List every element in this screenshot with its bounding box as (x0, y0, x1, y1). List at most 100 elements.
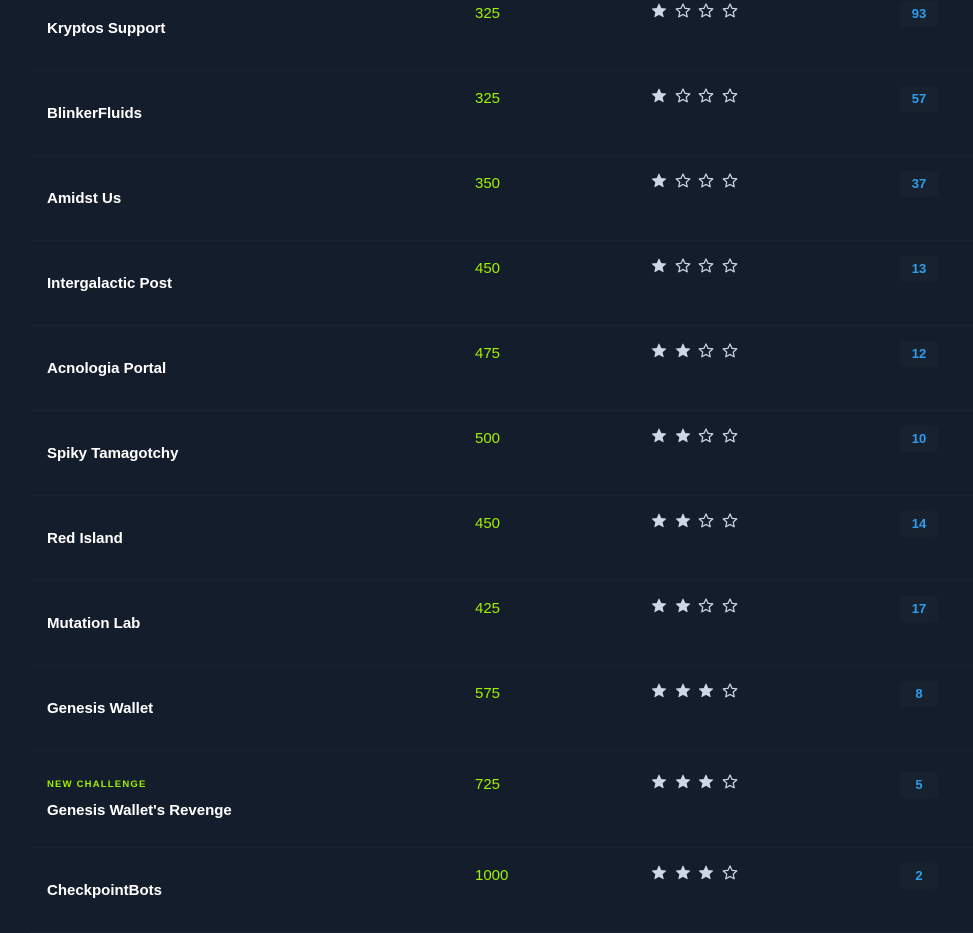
challenge-name[interactable]: Spiky Tamagotchy (47, 445, 178, 462)
challenge-row[interactable]: Intergalactic Post 450 13 (30, 241, 973, 326)
difficulty-rating (650, 2, 744, 20)
challenge-points: 450 (475, 260, 501, 277)
challenge-name[interactable]: Mutation Lab (47, 615, 140, 632)
challenge-row[interactable]: Mutation Lab 425 17 (30, 581, 973, 666)
solves-count: 10 (900, 426, 938, 452)
challenge-list: Kryptos Support 325 93 BlinkerFluids 325… (30, 0, 973, 933)
challenge-name[interactable]: Intergalactic Post (47, 275, 172, 292)
challenge-name-cell: Intergalactic Post (47, 241, 172, 325)
star-filled-icon (675, 428, 690, 443)
difficulty-rating (650, 773, 744, 791)
difficulty-rating (650, 87, 744, 105)
challenge-name[interactable]: BlinkerFluids (47, 105, 142, 122)
difficulty-rating (650, 864, 744, 882)
challenge-points: 725 (475, 776, 501, 793)
solves-count: 12 (900, 341, 938, 367)
difficulty-rating (650, 427, 744, 445)
star-filled-icon (698, 865, 714, 880)
challenge-name-cell: CheckpointBots (47, 848, 162, 932)
star-outline-icon (675, 3, 690, 18)
star-outline-icon (698, 428, 714, 443)
challenge-name-cell: BlinkerFluids (47, 71, 142, 155)
star-outline-icon (722, 598, 737, 613)
challenge-points: 325 (475, 90, 501, 107)
difficulty-rating (650, 342, 744, 360)
star-outline-icon (722, 173, 737, 188)
star-outline-icon (722, 513, 737, 528)
challenge-name[interactable]: Acnologia Portal (47, 360, 166, 377)
star-outline-icon (722, 343, 737, 358)
star-filled-icon (698, 774, 714, 789)
challenge-row[interactable]: Red Island 450 14 (30, 496, 973, 581)
difficulty-rating (650, 682, 744, 700)
challenge-name[interactable]: CheckpointBots (47, 882, 162, 899)
star-outline-icon (698, 343, 714, 358)
challenge-name[interactable]: Genesis Wallet (47, 700, 153, 717)
star-filled-icon (651, 173, 667, 188)
star-filled-icon (651, 343, 667, 358)
star-filled-icon (651, 258, 667, 273)
challenge-name-cell: Red Island (47, 496, 123, 580)
star-filled-icon (698, 683, 714, 698)
difficulty-rating (650, 597, 744, 615)
challenge-row[interactable]: Acnologia Portal 475 12 (30, 326, 973, 411)
challenge-row[interactable]: BlinkerFluids 325 57 (30, 71, 973, 156)
new-challenge-badge: NEW CHALLENGE (47, 779, 147, 790)
challenge-row[interactable]: Kryptos Support 325 93 (30, 0, 973, 71)
challenge-name-cell: Mutation Lab (47, 581, 140, 665)
star-filled-icon (651, 513, 667, 528)
star-outline-icon (698, 598, 714, 613)
challenge-name-cell: Amidst Us (47, 156, 121, 240)
star-filled-icon (675, 683, 690, 698)
challenge-name[interactable]: Genesis Wallet's Revenge (47, 802, 232, 819)
star-outline-icon (722, 428, 737, 443)
star-outline-icon (698, 513, 714, 528)
solves-count: 8 (900, 681, 938, 707)
star-filled-icon (651, 428, 667, 443)
star-outline-icon (722, 258, 737, 273)
challenge-points: 500 (475, 430, 501, 447)
star-filled-icon (675, 598, 690, 613)
star-filled-icon (675, 513, 690, 528)
challenge-row[interactable]: Spiky Tamagotchy 500 10 (30, 411, 973, 496)
challenge-name[interactable]: Amidst Us (47, 190, 121, 207)
star-filled-icon (675, 343, 690, 358)
challenge-points: 425 (475, 600, 501, 617)
difficulty-rating (650, 257, 744, 275)
difficulty-rating (650, 512, 744, 530)
challenge-points: 325 (475, 5, 501, 22)
challenge-row[interactable]: NEW CHALLENGE Genesis Wallet's Revenge 7… (30, 751, 973, 848)
solves-count: 14 (900, 511, 938, 537)
challenge-name[interactable]: Kryptos Support (47, 20, 165, 37)
challenge-name-cell: Acnologia Portal (47, 326, 166, 410)
solves-count: 2 (900, 863, 938, 889)
star-filled-icon (651, 774, 667, 789)
challenge-points: 475 (475, 345, 501, 362)
star-filled-icon (651, 88, 667, 103)
solves-count: 93 (900, 1, 938, 27)
star-filled-icon (651, 3, 667, 18)
solves-count: 5 (900, 772, 938, 798)
challenge-name-cell: Spiky Tamagotchy (47, 411, 178, 495)
star-outline-icon (698, 3, 714, 18)
challenge-points: 1000 (475, 867, 509, 884)
star-outline-icon (675, 258, 690, 273)
solves-count: 57 (900, 86, 938, 112)
star-filled-icon (651, 598, 667, 613)
star-outline-icon (722, 88, 737, 103)
star-filled-icon (675, 774, 690, 789)
challenge-row[interactable]: CheckpointBots 1000 2 (30, 848, 973, 933)
challenge-points: 575 (475, 685, 501, 702)
star-outline-icon (675, 173, 690, 188)
solves-count: 17 (900, 596, 938, 622)
challenge-row[interactable]: Genesis Wallet 575 8 (30, 666, 973, 751)
challenge-name-cell: NEW CHALLENGE Genesis Wallet's Revenge (47, 751, 232, 847)
challenge-name[interactable]: Red Island (47, 530, 123, 547)
star-outline-icon (698, 173, 714, 188)
challenge-row[interactable]: Amidst Us 350 37 (30, 156, 973, 241)
difficulty-rating (650, 172, 744, 190)
challenge-points: 450 (475, 515, 501, 532)
star-outline-icon (722, 774, 737, 789)
challenge-points: 350 (475, 175, 501, 192)
solves-count: 13 (900, 256, 938, 282)
